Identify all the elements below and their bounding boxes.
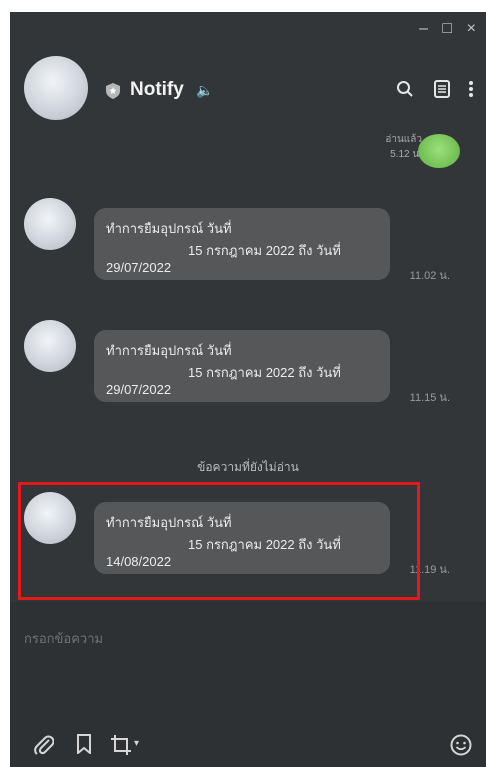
- sent-sticker[interactable]: [418, 134, 460, 168]
- message-input-area: กรอกข้อความ: [10, 602, 486, 722]
- emoji-icon[interactable]: [450, 734, 472, 756]
- shield-icon: [106, 83, 120, 99]
- bottom-toolbar: ▾: [10, 722, 486, 767]
- sent-time: 5.12 น.: [390, 149, 422, 160]
- title-bar: – □ ×: [10, 12, 486, 46]
- unread-divider: ข้อความที่ยังไม่อ่าน: [197, 460, 299, 474]
- paperclip-icon[interactable]: [34, 734, 54, 756]
- message-input[interactable]: กรอกข้อความ: [24, 628, 103, 649]
- close-button[interactable]: ×: [467, 20, 476, 38]
- maximize-button[interactable]: □: [442, 20, 452, 38]
- crop-icon[interactable]: [110, 734, 132, 756]
- message-text: 29/07/2022: [106, 260, 172, 275]
- more-icon[interactable]: [468, 80, 474, 98]
- sent-meta: อ่านแล้ว 5.12 น.: [385, 132, 422, 162]
- crop-dropdown[interactable]: ▾: [134, 738, 139, 749]
- chat-avatar[interactable]: [24, 56, 88, 120]
- minimize-button[interactable]: –: [419, 20, 428, 38]
- bookmark-icon[interactable]: [76, 734, 92, 754]
- message-row: ทำการยืมอุปกรณ์ วันที่ 15 กรกฎาคม 2022 ถ…: [10, 320, 486, 410]
- notes-icon[interactable]: [434, 80, 450, 98]
- speaker-icon[interactable]: 🔈: [196, 82, 213, 99]
- chat-window: – □ × Notify 🔈 อ่านแล้ว 5.12 น. ทำการยืม…: [10, 12, 486, 767]
- message-row: ทำการยืมอุปกรณ์ วันที่ 15 กรกฎาคม 2022 ถ…: [10, 198, 486, 288]
- message-time: 11.02 น.: [409, 270, 450, 282]
- read-label: อ่านแล้ว: [385, 134, 422, 145]
- sender-avatar[interactable]: [24, 320, 76, 372]
- message-text: ทำการยืมอุปกรณ์ วันที่: [106, 343, 232, 358]
- highlight-box: [18, 482, 420, 600]
- message-text: 29/07/2022: [106, 382, 172, 397]
- chat-header: Notify 🔈: [10, 46, 486, 132]
- chat-name[interactable]: Notify: [130, 79, 184, 101]
- sender-avatar[interactable]: [24, 198, 76, 250]
- message-bubble[interactable]: ทำการยืมอุปกรณ์ วันที่ 15 กรกฎาคม 2022 ถ…: [94, 330, 390, 402]
- message-time: 11.15 น.: [409, 392, 450, 404]
- message-text: 15 กรกฎาคม 2022 ถึง วันที่: [188, 365, 341, 380]
- search-icon[interactable]: [396, 80, 414, 98]
- message-text: 15 กรกฎาคม 2022 ถึง วันที่: [188, 243, 341, 258]
- message-text: ทำการยืมอุปกรณ์ วันที่: [106, 221, 232, 236]
- message-bubble[interactable]: ทำการยืมอุปกรณ์ วันที่ 15 กรกฎาคม 2022 ถ…: [94, 208, 390, 280]
